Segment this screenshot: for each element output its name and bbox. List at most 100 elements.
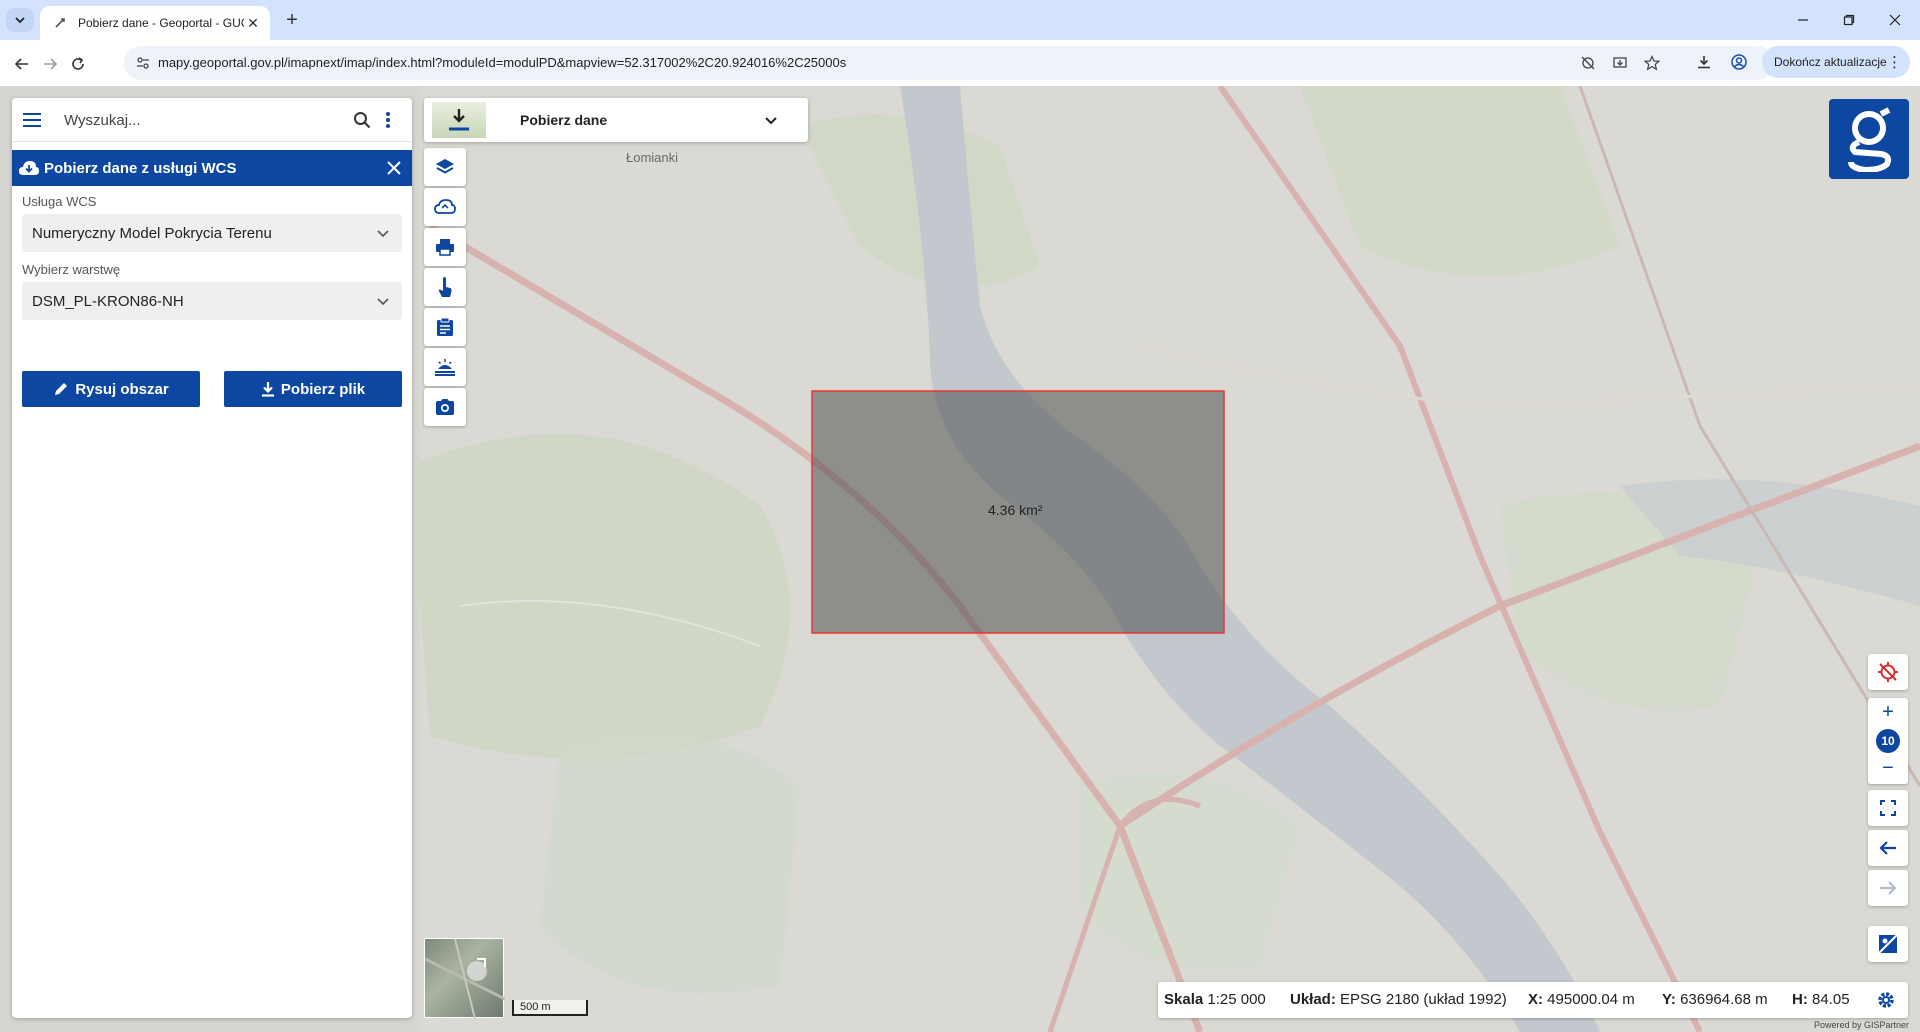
wcs-service-label: Usługa WCS (22, 194, 97, 209)
profile-button[interactable] (1727, 50, 1751, 74)
forward-button[interactable] (36, 50, 64, 78)
h-value: 84.05 (1812, 991, 1850, 1008)
h-readout: H: 84.05 (1792, 991, 1850, 1008)
address-bar[interactable]: mapy.geoportal.gov.pl/imapnext/imap/inde… (124, 46, 1774, 80)
settings-button[interactable] (1874, 988, 1898, 1012)
fullscreen-button[interactable] (1868, 790, 1908, 826)
more-menu-icon[interactable]: ⋮ (1887, 53, 1902, 71)
zoom-level-badge: 10 (1876, 729, 1900, 753)
draw-area-label: Rysuj obszar (75, 380, 169, 398)
layer-value: DSM_PL-KRON86-NH (32, 292, 184, 310)
tool-dropdown[interactable]: Pobierz dane (424, 98, 808, 142)
arrow-left-icon (14, 58, 28, 70)
minimize-icon (1798, 19, 1808, 21)
tracking-off-icon[interactable] (1578, 53, 1598, 73)
profile-icon (1731, 54, 1747, 70)
search-options-button[interactable] (376, 108, 400, 132)
layer-select[interactable]: DSM_PL-KRON86-NH (22, 282, 402, 320)
download-icon (261, 381, 275, 397)
install-app-icon[interactable] (1610, 53, 1630, 73)
zoom-control: + 10 − (1868, 698, 1908, 784)
bookmark-star-icon[interactable] (1642, 53, 1662, 73)
search-button[interactable] (350, 108, 374, 132)
screenshot-button[interactable] (424, 388, 466, 426)
next-view-button[interactable] (1868, 870, 1908, 906)
download-file-label: Pobierz plik (280, 380, 366, 398)
scale-bar: 500 m (512, 1000, 588, 1016)
chevron-down-icon (762, 111, 780, 129)
browser-tab[interactable]: Pobierz dane - Geoportal - GUGiK ✕ (40, 6, 270, 40)
reports-button[interactable] (424, 308, 466, 346)
back-button[interactable] (8, 50, 36, 78)
browser-tab-bar: Pobierz dane - Geoportal - GUGiK ✕ + (0, 0, 1920, 40)
zoom-in-button[interactable]: + (1868, 700, 1908, 724)
download-icon (1698, 56, 1710, 69)
restore-button[interactable] (1826, 0, 1872, 40)
identify-button[interactable] (424, 268, 466, 306)
landscape-icon (435, 359, 455, 376)
close-icon (1889, 14, 1901, 26)
download-file-button[interactable]: Pobierz plik (224, 371, 402, 407)
gear-icon (1878, 992, 1894, 1008)
arrow-left-icon (1879, 841, 1896, 855)
menu-button[interactable] (20, 108, 44, 132)
x-value: 495000.04 m (1547, 991, 1635, 1008)
orthophoto-thumbnail-icon (424, 938, 506, 1020)
crs-value: EPSG 2180 (układ 1992) (1340, 991, 1507, 1008)
restore-icon (1843, 14, 1855, 26)
downloads-button[interactable] (1692, 50, 1716, 74)
map-view[interactable]: Łomianki 4.36 km² Pobierz dane z usługi … (0, 86, 1920, 1032)
scale-value: 1:25 000 (1207, 991, 1266, 1008)
x-label: X: (1528, 991, 1543, 1008)
tab-close-icon[interactable]: ✕ (244, 14, 262, 32)
map-place-label: Łomianki (626, 150, 679, 165)
cloud-services-button[interactable] (424, 188, 466, 226)
update-button[interactable]: Dokończ aktualizacje ⋮ (1762, 46, 1910, 78)
fullscreen-icon (1880, 800, 1896, 816)
reload-button[interactable] (64, 50, 92, 78)
terrain-view-button[interactable] (424, 348, 466, 386)
new-tab-button[interactable]: + (280, 8, 304, 32)
basemap-switcher[interactable] (424, 938, 506, 1020)
tool-dropdown-label: Pobierz dane (520, 112, 608, 128)
search-icon (354, 112, 371, 129)
tab-title: Pobierz dane - Geoportal - GUGiK (78, 16, 244, 30)
wcs-service-select[interactable]: Numeryczny Model Pokrycia Terenu (22, 214, 402, 252)
gps-off-icon (1878, 662, 1898, 682)
print-button[interactable] (424, 228, 466, 266)
download-data-thumbnail (432, 102, 486, 138)
wcs-service-value: Numeryczny Model Pokrycia Terenu (32, 224, 272, 242)
site-settings-icon[interactable] (134, 54, 152, 72)
chevron-down-icon (374, 292, 392, 310)
previous-view-button[interactable] (1868, 830, 1908, 866)
arrow-right-icon (44, 58, 58, 70)
scale-readout[interactable]: Skala 1:25 000 (1164, 991, 1266, 1008)
crs-readout[interactable]: Układ: EPSG 2180 (układ 1992) (1290, 991, 1507, 1008)
clipboard-icon (437, 317, 453, 336)
wcs-panel-header: Pobierz dane z usługi WCS (12, 150, 412, 186)
search-input[interactable] (64, 108, 344, 132)
map-compare-button[interactable] (1868, 926, 1908, 962)
url-text: mapy.geoportal.gov.pl/imapnext/imap/inde… (158, 55, 847, 70)
tab-search-button[interactable] (6, 8, 34, 32)
close-window-button[interactable] (1872, 0, 1918, 40)
search-bar (12, 98, 412, 142)
minimize-button[interactable] (1780, 0, 1826, 40)
cloud-icon (434, 199, 456, 214)
location-off-button[interactable] (1868, 654, 1908, 690)
y-readout: Y: 636964.68 m (1662, 991, 1768, 1008)
layers-button[interactable] (424, 148, 466, 186)
scale-label: Skala (1164, 991, 1204, 1008)
arrow-right-icon (1880, 881, 1897, 895)
x-readout: X: 495000.04 m (1528, 991, 1635, 1008)
close-panel-button[interactable] (382, 156, 406, 180)
layer-label: Wybierz warstwę (22, 262, 121, 277)
draw-area-button[interactable]: Rysuj obszar (22, 371, 200, 407)
cloud-download-icon (16, 155, 42, 181)
zoom-out-button[interactable]: − (1868, 756, 1908, 780)
crs-label: Układ: (1290, 991, 1336, 1008)
side-panel: Pobierz dane z usługi WCS Usługa WCS Num… (12, 98, 412, 1018)
y-label: Y: (1662, 991, 1676, 1008)
coordinates-status-bar: Skala 1:25 000 Układ: EPSG 2180 (układ 1… (1158, 982, 1908, 1018)
geoportal-logo[interactable] (1829, 99, 1909, 179)
